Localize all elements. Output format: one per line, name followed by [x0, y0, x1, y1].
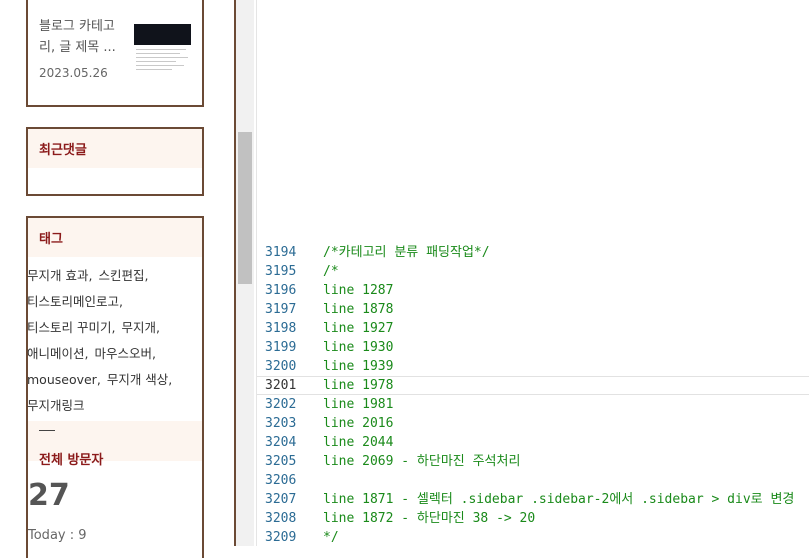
line-text[interactable]: line 2044: [323, 433, 393, 452]
visitor-header: 전체 방문자: [28, 421, 202, 468]
code-line[interactable]: 3205 line 2069 - 하단마진 주석처리: [257, 452, 809, 471]
code-line[interactable]: 3204 line 2044: [257, 433, 809, 452]
line-text[interactable]: line 1878: [323, 300, 393, 319]
tag-link[interactable]: 스킨편집,: [98, 268, 148, 283]
line-number: 3202: [265, 397, 297, 412]
line-text[interactable]: line 2016: [323, 414, 393, 433]
tag-link[interactable]: 마우스오버,: [94, 346, 155, 361]
tag-link[interactable]: 애니메이션,: [27, 346, 88, 361]
code-line[interactable]: 3195 /*: [257, 262, 809, 281]
code-line[interactable]: 3206: [257, 471, 809, 490]
code-editor[interactable]: 3194/*카테고리 분류 패딩작업*/3195/* 3196 line 1287 3…: [257, 0, 809, 546]
line-text[interactable]: /*: [323, 262, 339, 281]
line-text[interactable]: line 1978: [323, 377, 393, 394]
recent-post-date: 2023.05.26: [39, 66, 108, 80]
recent-post-thumbnail[interactable]: [132, 16, 193, 74]
tags-heading: 태그: [28, 218, 202, 257]
visitor-today: Today : 9: [28, 528, 87, 543]
line-number: 3206: [265, 473, 297, 488]
code-line[interactable]: 3199 line 1930: [257, 338, 809, 357]
code-lines[interactable]: 3194/*카테고리 분류 패딩작업*/3195/* 3196 line 1287 3…: [257, 243, 809, 547]
tag-link[interactable]: 무지개 효과,: [27, 268, 92, 283]
tag-link[interactable]: 티스토리 꾸미기,: [27, 320, 115, 335]
line-text[interactable]: */: [323, 528, 339, 547]
line-number: 3194: [265, 245, 297, 260]
line-number: 3197: [265, 302, 297, 317]
code-line[interactable]: 3198 line 1927: [257, 319, 809, 338]
code-line[interactable]: 3200 line 1939: [257, 357, 809, 376]
line-number: 3201: [265, 378, 297, 393]
line-text[interactable]: line 1939: [323, 357, 393, 376]
code-line[interactable]: 3194 /*카테고리 분류 패딩작업*/: [257, 243, 809, 262]
line-text[interactable]: line 1981: [323, 395, 393, 414]
tag-link[interactable]: 무지개,: [121, 320, 159, 335]
line-number: 3204: [265, 435, 297, 450]
line-text[interactable]: line 1872 - 하단마진 38 -> 20: [323, 509, 535, 528]
code-line[interactable]: 3196 line 1287: [257, 281, 809, 300]
sidebar-scrollbar[interactable]: [236, 0, 254, 546]
code-line[interactable]: 3207 line 1871 - 셀렉터 .sidebar .sidebar-2에…: [257, 490, 809, 509]
code-line[interactable]: 3203 line 2016: [257, 414, 809, 433]
visitor-heading: 전체 방문자: [39, 453, 104, 468]
recent-comments-box: 최근댓글: [26, 127, 204, 196]
code-line[interactable]: 3209 */: [257, 528, 809, 547]
line-number: 3203: [265, 416, 297, 431]
line-text[interactable]: line 2069 - 하단마진 주석처리: [323, 452, 520, 471]
tag-link[interactable]: 무지개 색상,: [107, 372, 172, 387]
scrollbar-thumb[interactable]: [238, 132, 252, 284]
recent-comments-heading: 최근댓글: [28, 129, 202, 168]
recent-post-title[interactable]: 블로그 카테고리, 글 제목 ...: [39, 16, 123, 58]
line-text[interactable]: line 1871 - 셀렉터 .sidebar .sidebar-2에서 .s…: [323, 490, 794, 509]
line-number: 3209: [265, 530, 297, 545]
line-number: 3196: [265, 283, 297, 298]
line-number: 3207: [265, 492, 297, 507]
tag-link[interactable]: 티스토리메인로고,: [27, 294, 123, 309]
line-number: 3200: [265, 359, 297, 374]
code-line[interactable]: 3202 line 1981: [257, 395, 809, 414]
code-line[interactable]: 3201 line 1978: [257, 376, 809, 395]
tag-link[interactable]: 무지개링크: [27, 398, 85, 413]
line-number: 3199: [265, 340, 297, 355]
line-text[interactable]: line 1930: [323, 338, 393, 357]
tag-link[interactable]: mouseover,: [27, 372, 101, 387]
line-number: 3195: [265, 264, 297, 279]
tags-box: 태그 무지개 효과, 스킨편집, 티스토리메인로고, 티스토리 꾸미기, 무지개, …: [26, 216, 204, 558]
code-line[interactable]: 3208 line 1872 - 하단마진 38 -> 20: [257, 509, 809, 528]
line-number: 3205: [265, 454, 297, 469]
line-text[interactable]: line 1287: [323, 281, 393, 300]
tag-list: 무지개 효과, 스킨편집, 티스토리메인로고, 티스토리 꾸미기, 무지개, 애니메…: [27, 257, 202, 419]
line-number: 3198: [265, 321, 297, 336]
blog-sidebar: 블로그 카테고리, 글 제목 ... 2023.05.26 최근댓글 태그 무지…: [0, 0, 234, 558]
visitor-divider: [39, 430, 55, 431]
recent-post-card[interactable]: 블로그 카테고리, 글 제목 ... 2023.05.26: [26, 0, 204, 107]
line-text[interactable]: /*카테고리 분류 패딩작업*/: [323, 243, 490, 262]
line-number: 3208: [265, 511, 297, 526]
line-text[interactable]: line 1927: [323, 319, 393, 338]
code-line[interactable]: 3197 line 1878: [257, 300, 809, 319]
visitor-total: 27: [28, 478, 70, 513]
